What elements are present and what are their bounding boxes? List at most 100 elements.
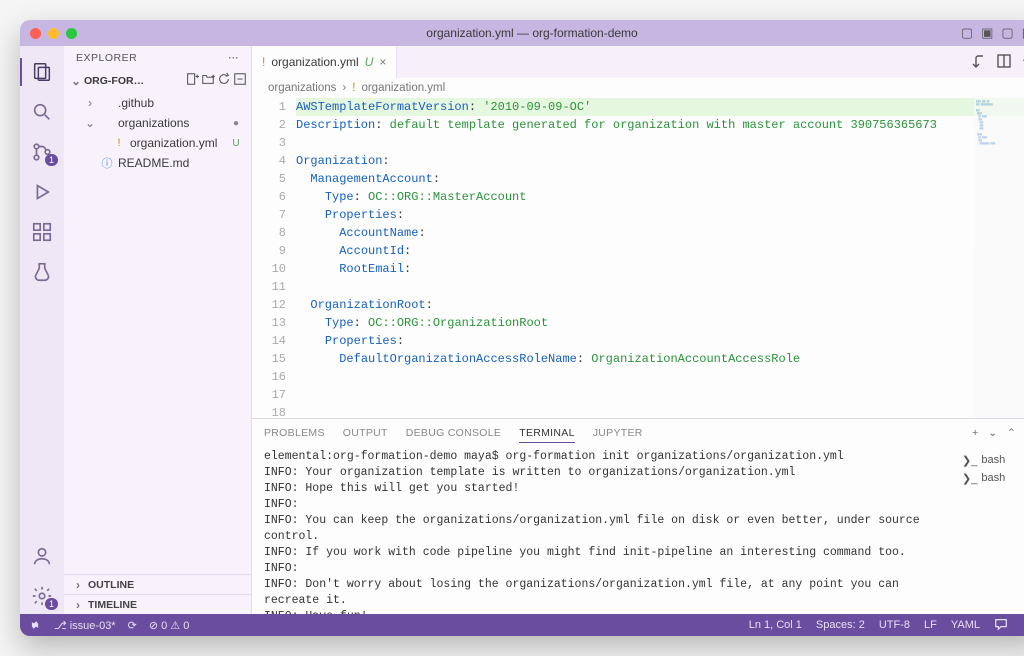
tree-item[interactable]: › .github xyxy=(64,93,251,113)
terminal-icon: ❯_ xyxy=(962,472,977,485)
explorer-sidebar: EXPLORER ⋯ ⌄ ORG-FOR… ›.github⌄organizat… xyxy=(64,46,252,614)
chevron-down-icon: ⌄ xyxy=(70,74,82,88)
tab-organization-yml[interactable]: ! organization.yml U × xyxy=(252,46,397,78)
feedback-icon[interactable] xyxy=(994,617,1008,634)
timeline-section[interactable]: ›TIMELINE xyxy=(64,594,251,614)
code-line[interactable]: DefaultOrganizationAccessRoleName: Organ… xyxy=(296,350,1024,368)
file-name: organization.yml xyxy=(130,136,217,150)
panel-tab-output[interactable]: OUTPUT xyxy=(343,427,388,439)
panel-tab-problems[interactable]: PROBLEMS xyxy=(264,427,325,439)
warning-icon: ⚠ xyxy=(170,620,183,632)
titlebar-layout-icons: ▢ ▣ ▢ ▦ xyxy=(961,25,1024,41)
indentation[interactable]: Spaces: 2 xyxy=(816,619,865,631)
code-line[interactable]: Type: OC::ORG::MasterAccount xyxy=(296,188,1024,206)
code-content[interactable]: AWSTemplateFormatVersion: '2010-09-09-OC… xyxy=(296,98,1024,418)
cursor-position[interactable]: Ln 1, Col 1 xyxy=(749,619,802,631)
split-editor-icon[interactable] xyxy=(996,53,1012,72)
code-line[interactable] xyxy=(296,134,1024,152)
session-name: bash xyxy=(981,454,1005,466)
folder-tools xyxy=(185,72,247,89)
breadcrumb-item[interactable]: organization.yml xyxy=(361,82,445,94)
problems-status[interactable]: ⊘ 0 ⚠ 0 xyxy=(149,619,190,632)
git-status: ● xyxy=(229,118,243,129)
breadcrumb-item[interactable]: organizations xyxy=(268,82,336,94)
session-name: bash xyxy=(981,472,1005,484)
git-status: U xyxy=(229,138,243,149)
outline-section[interactable]: ›OUTLINE xyxy=(64,574,251,594)
code-line[interactable] xyxy=(296,386,1024,404)
settings-badge: 1 xyxy=(45,598,58,610)
code-line[interactable]: ManagementAccount: xyxy=(296,170,1024,188)
maximize-panel-icon[interactable]: ⌃ xyxy=(1007,427,1016,439)
code-line[interactable]: Properties: xyxy=(296,206,1024,224)
refresh-icon[interactable] xyxy=(217,72,231,89)
code-line[interactable]: Type: OC::ORG::OrganizationRoot xyxy=(296,314,1024,332)
bottom-panel: PROBLEMS OUTPUT DEBUG CONSOLE TERMINAL JUPYT… xyxy=(252,418,1024,614)
compare-changes-icon[interactable] xyxy=(970,53,986,72)
accounts-activity[interactable] xyxy=(20,538,64,574)
yaml-file-icon: ! xyxy=(352,82,355,94)
code-line[interactable]: Description: default template generated … xyxy=(296,116,1024,134)
tree-item[interactable]: ⓘREADME.md xyxy=(64,153,251,173)
panel-tab-jupyter[interactable]: JUPYTER xyxy=(593,427,643,439)
code-line[interactable] xyxy=(296,404,1024,418)
new-terminal-icon[interactable]: + xyxy=(972,427,978,439)
code-line[interactable]: Organization: xyxy=(296,152,1024,170)
language-mode[interactable]: YAML xyxy=(951,619,980,631)
code-line[interactable]: RootEmail: xyxy=(296,260,1024,278)
layout-sidebar-right-icon[interactable]: ▢ xyxy=(1001,25,1013,41)
extensions-activity[interactable] xyxy=(20,214,64,250)
layout-panel-icon[interactable]: ▣ xyxy=(981,25,993,41)
tree-item[interactable]: !organization.ymlU xyxy=(64,133,251,153)
tree-item[interactable]: ⌄organizations● xyxy=(64,113,251,133)
minimize-window-button[interactable] xyxy=(48,28,59,39)
eol[interactable]: LF xyxy=(924,619,937,631)
code-editor[interactable]: 123456789101112131415161718 AWSTemplateF… xyxy=(252,98,1024,418)
folder-name: ORG-FOR… xyxy=(84,75,144,87)
code-line[interactable]: AWSTemplateFormatVersion: '2010-09-09-OC… xyxy=(296,98,1024,116)
code-line[interactable] xyxy=(296,368,1024,386)
terminal-session[interactable]: ❯_bash xyxy=(962,451,1024,469)
collapse-icon[interactable] xyxy=(233,72,247,89)
code-line[interactable]: Properties: xyxy=(296,332,1024,350)
explorer-activity[interactable] xyxy=(20,54,64,90)
layout-sidebar-left-icon[interactable]: ▢ xyxy=(961,25,973,41)
activity-bar: 1 1 xyxy=(20,46,64,614)
file-name: .github xyxy=(118,96,154,110)
terminal[interactable]: elemental:org-formation-demo maya$ org-f… xyxy=(252,447,954,614)
chevron-icon: ⌄ xyxy=(84,116,96,130)
code-line[interactable]: OrganizationRoot: xyxy=(296,296,1024,314)
settings-activity[interactable]: 1 xyxy=(20,578,64,614)
maximize-window-button[interactable] xyxy=(66,28,77,39)
chevron-icon: › xyxy=(84,96,96,110)
close-window-button[interactable] xyxy=(30,28,41,39)
folder-header[interactable]: ⌄ ORG-FOR… xyxy=(64,70,251,91)
window-body: 1 1 EXPLORER ⋯ ⌄ ORG-FOR… xyxy=(20,46,1024,614)
search-activity[interactable] xyxy=(20,94,64,130)
encoding[interactable]: UTF-8 xyxy=(879,619,910,631)
remote-indicator[interactable] xyxy=(28,618,42,632)
breadcrumb[interactable]: organizations › ! organization.yml xyxy=(252,78,1024,98)
sync-button[interactable]: ⟳ xyxy=(128,619,137,632)
new-folder-icon[interactable] xyxy=(201,72,215,89)
panel-tab-terminal[interactable]: TERMINAL xyxy=(519,427,575,443)
close-tab-icon[interactable]: × xyxy=(379,55,386,69)
git-branch[interactable]: ⎇ issue-03* xyxy=(54,619,116,632)
window-title: organization.yml — org-formation-demo xyxy=(426,26,637,40)
testing-activity[interactable] xyxy=(20,254,64,290)
terminal-dropdown-icon[interactable]: ⌄ xyxy=(988,427,997,439)
new-file-icon[interactable] xyxy=(185,72,199,89)
panel-tabs: PROBLEMS OUTPUT DEBUG CONSOLE TERMINAL JUPYT… xyxy=(252,419,1024,447)
explorer-more-icon[interactable]: ⋯ xyxy=(228,52,239,64)
terminal-session[interactable]: ❯_ bash xyxy=(962,469,1024,487)
outline-label: OUTLINE xyxy=(88,579,134,591)
code-line[interactable] xyxy=(296,278,1024,296)
panel-tab-debug-console[interactable]: DEBUG CONSOLE xyxy=(406,427,502,439)
code-line[interactable]: AccountId: xyxy=(296,242,1024,260)
scm-activity[interactable]: 1 xyxy=(20,134,64,170)
minimap[interactable]: ████ ███ █████ █████████████ ████ ██ ███… xyxy=(974,98,1024,418)
code-line[interactable]: AccountName: xyxy=(296,224,1024,242)
yaml-file-icon: ! xyxy=(262,55,265,69)
vscode-window: organization.yml — org-formation-demo ▢ … xyxy=(20,20,1024,636)
run-debug-activity[interactable] xyxy=(20,174,64,210)
